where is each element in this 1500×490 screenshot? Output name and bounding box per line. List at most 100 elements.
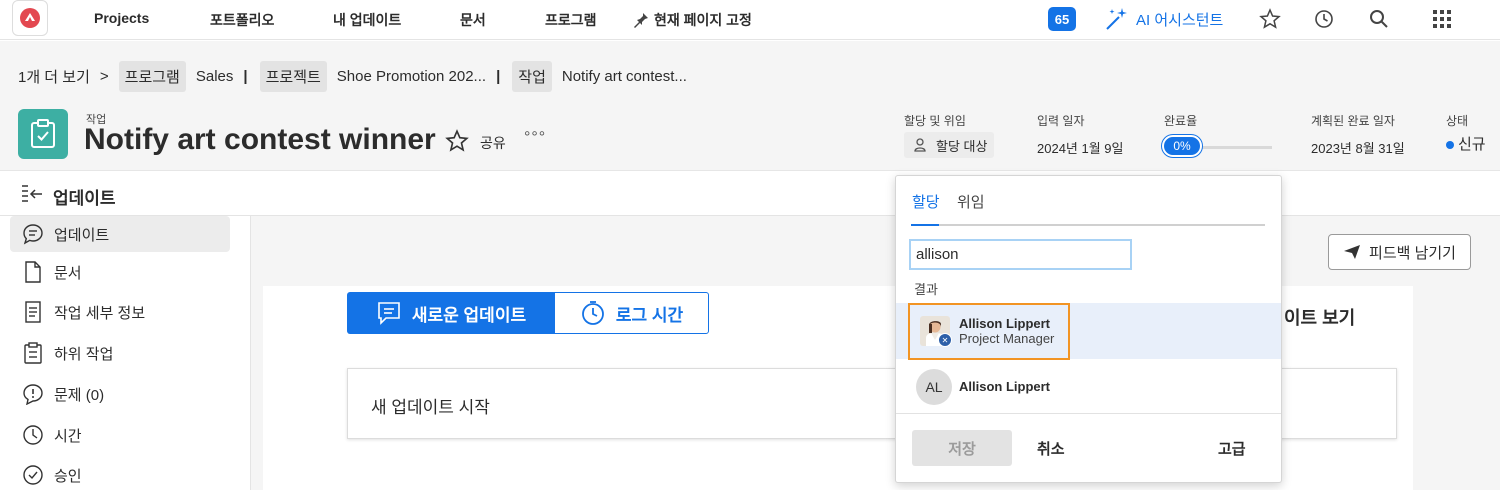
- new-update-placeholder: 새 업데이트 시작: [371, 398, 490, 417]
- assignee-search-input[interactable]: [909, 239, 1132, 270]
- nav-ai-label: AI 어시스턴트: [1136, 11, 1224, 29]
- result-name: Allison Lippert: [959, 379, 1050, 394]
- breadcrumb-chevron: >: [99, 68, 109, 85]
- sidebar-item-label: 승인: [54, 467, 82, 485]
- magic-wand-icon: [1106, 8, 1127, 30]
- result-name: Allison Lippert: [959, 316, 1050, 331]
- progress-value: 0%: [1162, 135, 1202, 157]
- updates-panel-title: 업데이트: [53, 189, 116, 208]
- new-update-icon: [378, 302, 400, 325]
- nav-programs[interactable]: 프로그램: [545, 10, 597, 30]
- sidebar-item-label: 업데이트: [54, 226, 110, 244]
- sidebar-item-documents[interactable]: 문서: [10, 254, 230, 290]
- main-content: [250, 216, 1500, 490]
- user-type-badge-icon: ✕: [938, 333, 952, 347]
- breadcrumb-separator: |: [496, 68, 501, 85]
- task-header: 1개 더 보기 > 프로그램 Sales | 프로젝트 Shoe Promoti…: [0, 41, 1500, 171]
- nav-pin-page[interactable]: 현재 페이지 고정: [632, 10, 752, 30]
- percent-complete-label: 완료율: [1164, 114, 1198, 128]
- sidebar-item-task-details[interactable]: 작업 세부 정보: [10, 294, 230, 330]
- breadcrumb-program-link[interactable]: Sales: [196, 68, 234, 85]
- save-button[interactable]: 저장: [912, 430, 1012, 466]
- result-item[interactable]: AL Allison Lippert: [896, 359, 1281, 415]
- favorite-star-icon[interactable]: [445, 129, 469, 153]
- sidebar-item-hours[interactable]: 시간: [10, 417, 230, 453]
- log-time-label: 로그 시간: [615, 305, 684, 325]
- user-icon: [914, 138, 926, 152]
- workfront-task-page: Projects 포트폴리오 내 업데이트 문서 프로그램 현재 페이지 고정 …: [0, 0, 1500, 490]
- breadcrumb-project-link[interactable]: Shoe Promotion 202...: [337, 68, 486, 85]
- notification-badge[interactable]: 65: [1048, 7, 1076, 31]
- result-item[interactable]: ✕ Allison Lippert Project Manager: [896, 303, 1281, 360]
- tab-divider: [911, 224, 1265, 226]
- planned-completion-label: 계획된 완료 일자: [1311, 114, 1395, 128]
- favorites-star-icon[interactable]: [1259, 8, 1281, 30]
- advanced-button[interactable]: 고급: [1218, 438, 1246, 459]
- percent-complete-bar[interactable]: 0%: [1162, 135, 1272, 159]
- new-update-label: 새로운 업데이트: [411, 305, 527, 325]
- nav-my-updates[interactable]: 내 업데이트: [333, 10, 401, 30]
- new-update-button[interactable]: 새로운 업데이트: [347, 292, 555, 334]
- app-grid-icon[interactable]: [1431, 8, 1453, 30]
- status-field[interactable]: 신규: [1446, 133, 1486, 154]
- share-button[interactable]: 공유: [480, 133, 506, 153]
- adobe-logo-icon: [20, 8, 40, 28]
- sidebar-item-approvals[interactable]: 승인: [10, 457, 230, 490]
- app-logo[interactable]: [12, 0, 48, 36]
- sidebar-item-label: 작업 세부 정보: [54, 304, 146, 322]
- breadcrumb-program-chip: 프로그램: [118, 61, 186, 92]
- popover-footer: 저장 취소 고급: [896, 413, 1281, 483]
- task-type-icon: [18, 109, 68, 159]
- breadcrumb-project-chip: 프로젝트: [259, 61, 327, 92]
- sidebar-item-label: 시간: [54, 427, 82, 445]
- tab-delegate[interactable]: 위임: [957, 191, 985, 212]
- sidebar-item-label: 하위 작업: [54, 345, 114, 363]
- breadcrumb: 1개 더 보기 > 프로그램 Sales | 프로젝트 Shoe Promoti…: [18, 61, 697, 92]
- assign-to-field[interactable]: 할당 대상: [904, 132, 994, 158]
- status-value: 신규: [1458, 136, 1486, 153]
- top-navigation: Projects 포트폴리오 내 업데이트 문서 프로그램 현재 페이지 고정 …: [0, 0, 1500, 40]
- nav-projects[interactable]: Projects: [94, 10, 149, 26]
- sidebar-item-subtasks[interactable]: 하위 작업: [10, 335, 230, 371]
- document-icon: [22, 261, 44, 283]
- breadcrumb-separator: |: [243, 68, 248, 85]
- nav-ai-assistant[interactable]: AI 어시스턴트: [1104, 6, 1223, 32]
- more-options-icon[interactable]: °°°: [524, 129, 546, 147]
- feedback-button-label: 피드백 남기기: [1369, 244, 1456, 262]
- search-icon[interactable]: [1368, 8, 1390, 30]
- breadcrumb-show-more[interactable]: 1개 더 보기: [18, 66, 90, 87]
- nav-portfolio[interactable]: 포트폴리오: [210, 10, 274, 30]
- avatar: AL: [916, 369, 952, 405]
- page-title: Notify art contest winner: [84, 123, 436, 156]
- breadcrumb-task-chip: 작업: [512, 61, 552, 92]
- tab-assign[interactable]: 할당: [912, 191, 940, 212]
- sidebar-item-updates[interactable]: 업데이트: [10, 216, 230, 252]
- recent-history-icon[interactable]: [1313, 8, 1335, 30]
- log-time-button[interactable]: 로그 시간: [554, 292, 709, 334]
- issue-icon: [22, 383, 44, 405]
- assign-to-value: 할당 대상: [936, 138, 988, 154]
- assign-popover: 할당 위임 결과 ✕ Allison Lippert Project Manag…: [895, 175, 1282, 483]
- progress-track: [1192, 146, 1272, 149]
- result-role: Project Manager: [959, 331, 1055, 346]
- assign-label: 할당 및 위임: [904, 114, 966, 128]
- sidebar-item-label: 문서: [54, 264, 82, 282]
- pin-icon: [634, 13, 648, 28]
- nav-pin-label: 현재 페이지 고정: [654, 12, 752, 28]
- nav-documents[interactable]: 문서: [460, 10, 486, 30]
- feedback-button[interactable]: 피드백 남기기: [1328, 234, 1471, 270]
- entry-date-value: 2024년 1월 9일: [1037, 141, 1124, 156]
- breadcrumb-task-link[interactable]: Notify art contest...: [562, 68, 687, 85]
- sidebar: 업데이트 문서 작업 세부 정보 하위 작업 문제 (0) 시간 승인: [0, 216, 250, 490]
- stopwatch-icon: [581, 301, 604, 325]
- clock-icon: [22, 424, 44, 446]
- subtask-icon: [22, 342, 44, 364]
- cancel-button[interactable]: 취소: [1037, 438, 1065, 459]
- details-icon: [22, 301, 44, 323]
- sidebar-item-issues[interactable]: 문제 (0): [10, 376, 230, 412]
- results-label: 결과: [914, 282, 938, 297]
- collapse-panel-icon[interactable]: [20, 183, 44, 205]
- chat-bubble-icon: [22, 223, 44, 245]
- entry-date-label: 입력 일자: [1037, 114, 1085, 128]
- tab-active-indicator: [911, 224, 939, 226]
